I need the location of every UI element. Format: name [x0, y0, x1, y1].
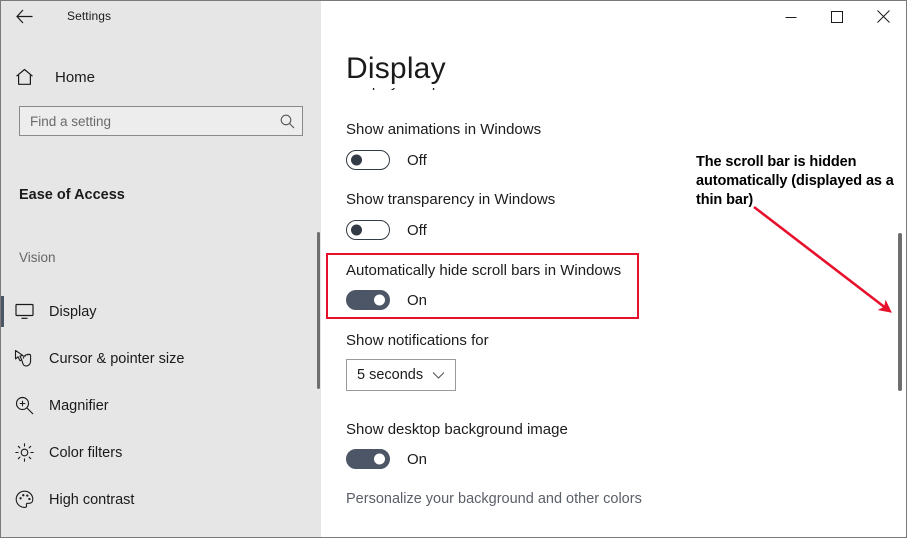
sidebar-item-label: High contrast — [49, 491, 135, 508]
back-arrow-icon — [15, 9, 32, 24]
minimize-button[interactable] — [768, 1, 814, 32]
settings-window: Settings Home Find a setting Ease of Acc… — [0, 0, 907, 538]
sidebar-item-cursor-pointer-size[interactable]: Cursor & pointer size — [1, 335, 321, 382]
page-title: Display — [346, 52, 446, 85]
toggle-auto-hide-scrollbars[interactable] — [346, 290, 390, 310]
setting-label-desktop-background: Show desktop background image — [346, 421, 568, 438]
sidebar-category-title: Ease of Access — [19, 187, 125, 203]
monitor-icon — [1, 303, 47, 320]
search-icon — [272, 114, 302, 129]
window-controls — [768, 1, 906, 32]
home-icon — [1, 68, 47, 86]
toggle-state-auto-hide-scrollbars: On — [407, 291, 428, 309]
close-icon — [876, 10, 890, 23]
close-button[interactable] — [860, 1, 906, 32]
main-content: Display Simplify and personalize Windows… — [321, 32, 906, 537]
chevron-down-icon — [432, 371, 445, 380]
app-title: Settings — [67, 9, 112, 23]
brightness-sun-icon — [1, 443, 47, 462]
sidebar-item-color-filters[interactable]: Color filters — [1, 429, 321, 476]
dropdown-value: 5 seconds — [357, 367, 424, 383]
toggle-row-auto-hide-scrollbars[interactable]: On — [346, 290, 427, 310]
maximize-button[interactable] — [814, 1, 860, 32]
sidebar-group-title: Vision — [19, 250, 56, 265]
toggle-desktop-background[interactable] — [346, 449, 390, 469]
sidebar-nav-list: Display Cursor & pointer size Magnifier … — [1, 288, 321, 537]
annotation-text: The scroll bar is hidden automatically (… — [696, 154, 894, 208]
toggle-state-show-transparency: Off — [407, 221, 427, 239]
dropdown-notification-duration[interactable]: 5 seconds — [346, 359, 456, 391]
search-input[interactable] — [20, 112, 272, 130]
toggle-state-show-animations: Off — [407, 151, 427, 169]
personalize-background-link[interactable]: Personalize your background and other co… — [346, 491, 642, 507]
sidebar-item-magnifier[interactable]: Magnifier — [1, 382, 321, 429]
setting-label-show-notifications: Show notifications for — [346, 332, 489, 349]
cursor-pointer-icon — [1, 349, 47, 368]
title-bar: Settings — [1, 1, 906, 32]
sidebar: Home Ease of Access Vision — [1, 32, 321, 537]
setting-label-auto-hide-scrollbars: Automatically hide scroll bars in Window… — [346, 262, 622, 279]
sidebar-item-label: Cursor & pointer size — [49, 350, 185, 367]
search-box[interactable] — [19, 106, 303, 136]
toggle-show-transparency[interactable] — [346, 220, 390, 240]
toggle-knob — [374, 453, 385, 465]
sidebar-item-label: Color filters — [49, 444, 123, 461]
minimize-icon — [785, 16, 797, 18]
toggle-row-show-animations[interactable]: Off — [346, 150, 427, 170]
toggle-row-show-transparency[interactable]: Off — [346, 220, 427, 240]
sidebar-item-home[interactable]: Home — [1, 59, 321, 95]
title-bar-left-region — [1, 1, 321, 32]
setting-label-show-transparency: Show transparency in Windows — [346, 191, 556, 208]
setting-label-show-animations: Show animations in Windows — [346, 121, 542, 138]
magnifier-icon — [1, 396, 47, 415]
toggle-knob — [374, 294, 385, 306]
toggle-row-desktop-background[interactable]: On — [346, 449, 427, 469]
sidebar-scrollbar-thumb[interactable] — [317, 232, 320, 389]
sidebar-item-display[interactable]: Display — [1, 288, 321, 335]
toggle-knob — [351, 154, 362, 166]
sidebar-item-label: Magnifier — [49, 397, 109, 414]
toggle-show-animations[interactable] — [346, 150, 390, 170]
palette-icon — [1, 490, 47, 509]
sidebar-item-label: Display — [49, 303, 97, 320]
clipped-section-heading: Simplify and personalize Windows — [346, 88, 576, 98]
back-button[interactable] — [1, 1, 47, 32]
content-scrollbar-thumb[interactable] — [898, 233, 902, 391]
sidebar-item-high-contrast[interactable]: High contrast — [1, 476, 321, 523]
toggle-state-desktop-background: On — [407, 450, 428, 468]
maximize-icon — [831, 10, 843, 23]
sidebar-home-label: Home — [55, 68, 96, 86]
toggle-knob — [351, 224, 362, 236]
sidebar-item-narrator[interactable]: Narrator — [1, 523, 321, 537]
